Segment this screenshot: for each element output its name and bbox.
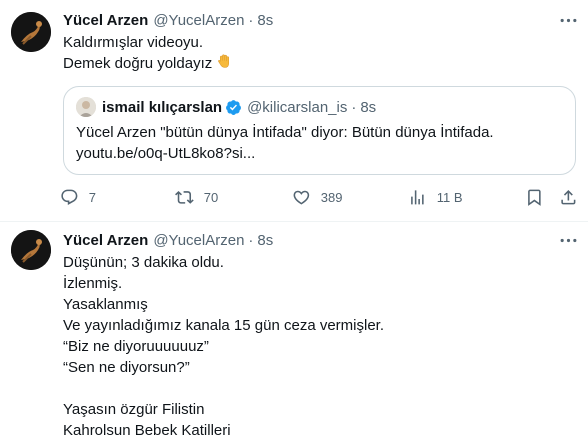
quoted-tweet-link[interactable]: youtu.be/o0q-UtL8ko8?si...: [76, 144, 494, 165]
author-name[interactable]: Yücel Arzen: [63, 12, 148, 29]
tweet-header: Yücel Arzen @YucelArzen · 8s: [63, 230, 273, 250]
tweet-text-line: Kahrolsun Bebek Katilleri: [63, 422, 231, 438]
quoted-author-name: ismail kılıçarslan: [102, 98, 223, 116]
tweet-actions: 7 70 389 11 B: [60, 186, 580, 208]
author-avatar[interactable]: [11, 230, 51, 270]
tweet-time[interactable]: 8s: [257, 12, 273, 29]
more-options-icon[interactable]: [558, 10, 578, 30]
retweet-count: 70: [203, 189, 219, 205]
reply-button[interactable]: 7: [60, 186, 96, 208]
tweet-text: Düşünün; 3 dakika oldu. İzlenmiş. Yasakl…: [63, 252, 384, 438]
author-avatar[interactable]: [11, 12, 51, 52]
tweet-text-line: “Biz ne diyoruuuuuuz”: [63, 338, 209, 355]
tweet-text-line: Düşünün; 3 dakika oldu.: [63, 254, 224, 271]
retweet-button[interactable]: 70: [175, 186, 218, 208]
tweet-header: Yücel Arzen @YucelArzen · 8s: [63, 10, 273, 30]
tweet-text-line: İzlenmiş.: [63, 275, 123, 292]
tweet-text-line: Demek doğru yoldayız: [63, 53, 233, 74]
tweet[interactable]: Yücel Arzen @YucelArzen · 8s Kaldırmışla…: [0, 0, 588, 222]
views-count: 11 B: [436, 189, 463, 205]
like-count: 389: [320, 189, 343, 205]
share-button[interactable]: [559, 186, 578, 208]
tweet-text: Kaldırmışlar videoyu. Demek doğru yolday…: [63, 32, 233, 74]
author-handle[interactable]: @YucelArzen: [153, 12, 244, 29]
separator-dot: ·: [351, 98, 357, 116]
verified-badge-icon: [226, 99, 242, 115]
tweet-text-line: “Sen ne diyorsun?”: [63, 359, 190, 376]
retweet-icon: [175, 190, 194, 204]
quoted-tweet-text-line: Yücel Arzen "bütün dünya İntifada" diyor…: [76, 124, 494, 141]
bookmark-button[interactable]: [525, 186, 544, 208]
tweet-text-line: Yaşasın özgür Filistin: [63, 401, 205, 418]
like-button[interactable]: 389: [292, 186, 342, 208]
tweet[interactable]: Yücel Arzen @YucelArzen · 8s Düşünün; 3 …: [0, 222, 588, 438]
heart-icon: [293, 190, 310, 205]
analytics-icon: [411, 189, 424, 205]
tweet-text-line: Ve yayınladığımız kanala 15 gün ceza ver…: [63, 317, 385, 334]
tweet-text-line: Kaldırmışlar videoyu.: [63, 34, 204, 51]
separator-dot: ·: [248, 231, 254, 249]
reply-icon: [61, 189, 78, 205]
tweet-text-line: [63, 378, 384, 399]
share-icon: [561, 189, 576, 205]
author-name[interactable]: Yücel Arzen: [63, 232, 148, 249]
quoted-tweet-time: 8s: [360, 98, 377, 116]
quoted-tweet-text: Yücel Arzen "bütün dünya İntifada" diyor…: [76, 123, 494, 165]
quoted-author-handle: @kilicarslan_is: [247, 98, 348, 116]
tweet-text-line: Yasaklanmış: [63, 296, 148, 313]
author-handle[interactable]: @YucelArzen: [153, 232, 244, 249]
waving-hand-icon: [216, 53, 233, 70]
quoted-tweet-header: ismail kılıçarslan @kilicarslan_is · 8s: [76, 97, 376, 117]
quoted-author-avatar: [76, 97, 96, 117]
more-options-icon[interactable]: [558, 230, 578, 250]
bookmark-icon: [528, 189, 541, 206]
tweet-time[interactable]: 8s: [257, 232, 273, 249]
quoted-tweet[interactable]: ismail kılıçarslan @kilicarslan_is · 8s …: [63, 86, 576, 175]
views-button[interactable]: 11 B: [408, 186, 463, 208]
separator-dot: ·: [248, 11, 254, 29]
reply-count: 7: [88, 189, 96, 205]
